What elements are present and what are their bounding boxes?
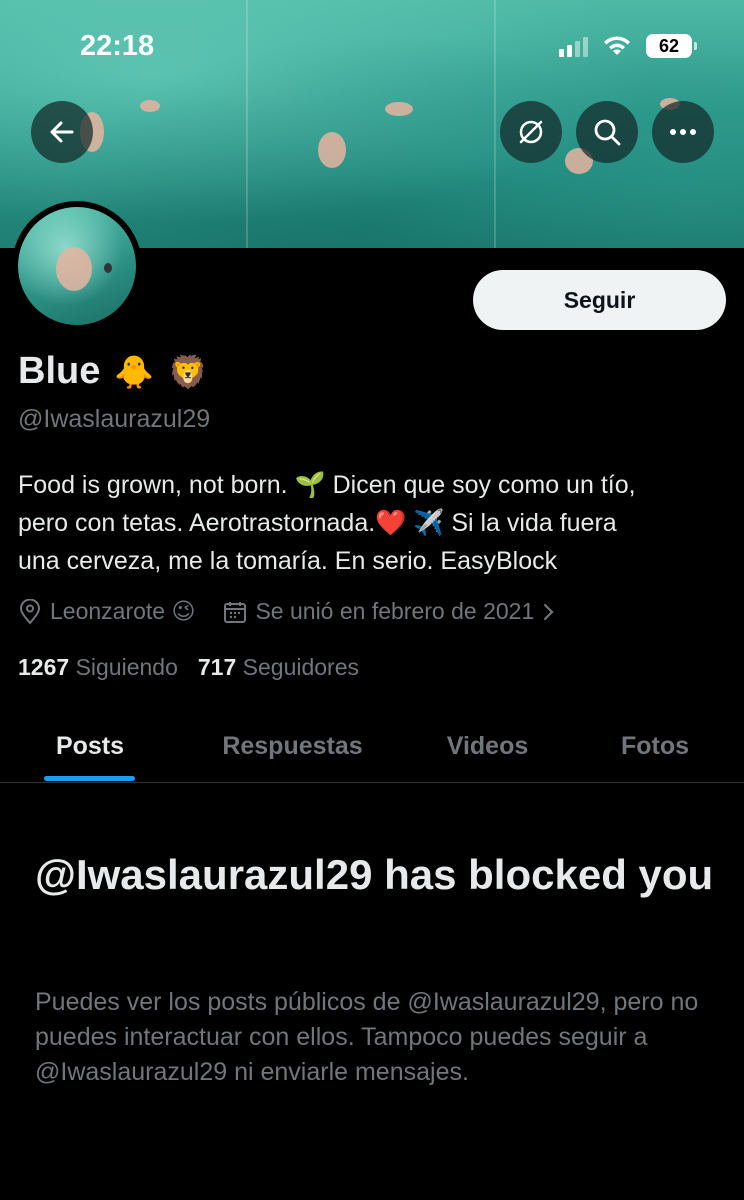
calendar-icon bbox=[224, 601, 247, 623]
banner-swimmer bbox=[385, 102, 413, 116]
wifi-icon bbox=[604, 36, 630, 55]
blocked-description: Puedes ver los posts públicos de @Iwasla… bbox=[35, 988, 699, 1086]
grok-button[interactable] bbox=[500, 101, 562, 163]
following-count: 1267 bbox=[18, 654, 70, 680]
more-options-button[interactable] bbox=[652, 101, 714, 163]
profile-name: Blue 🐥 🦁 bbox=[18, 350, 208, 393]
status-time: 22:18 bbox=[80, 30, 155, 62]
display-name: Blue bbox=[18, 350, 101, 392]
search-button[interactable] bbox=[576, 101, 638, 163]
profile-bio: Food is grown, not born. 🌱 Dicen que soy… bbox=[18, 466, 728, 580]
avatar-frame[interactable] bbox=[12, 201, 142, 331]
join-date[interactable]: Se unió en febrero de 2021 bbox=[223, 598, 556, 625]
following-label: Siguiendo bbox=[75, 654, 178, 680]
follow-stats: 1267 Siguiendo 717 Seguidores bbox=[18, 654, 359, 681]
chick-emoji: 🐥 bbox=[114, 352, 155, 391]
search-icon bbox=[594, 119, 621, 146]
arrow-left-icon bbox=[50, 121, 74, 143]
location-text: Leonzarote 😉 bbox=[50, 598, 196, 624]
tab-fotos[interactable]: Fotos bbox=[580, 710, 730, 782]
tab-posts[interactable]: Posts bbox=[0, 710, 180, 782]
banner-swimmer bbox=[140, 100, 160, 112]
profile-handle: @Iwaslaurazul29 bbox=[18, 405, 211, 433]
profile-tabs: Posts Respuestas Videos Fotos bbox=[0, 710, 744, 783]
followers-link[interactable]: 717 Seguidores bbox=[198, 654, 359, 681]
bio-line: Food is grown, not born. 🌱 Dicen que soy… bbox=[18, 471, 636, 499]
banner-swimmer bbox=[318, 132, 346, 168]
avatar-swimmer bbox=[104, 263, 112, 273]
tab-videos[interactable]: Videos bbox=[405, 710, 570, 782]
status-indicators: 62 bbox=[559, 34, 697, 58]
grok-icon bbox=[519, 120, 543, 144]
tab-respuestas[interactable]: Respuestas bbox=[195, 710, 390, 782]
more-icon bbox=[670, 129, 696, 135]
avatar-swimmer bbox=[56, 247, 92, 291]
lion-emoji: 🦁 bbox=[168, 352, 209, 391]
following-link[interactable]: 1267 Siguiendo bbox=[18, 654, 178, 681]
chevron-right-icon bbox=[544, 603, 554, 620]
bio-line: pero con tetas. Aerotrastornada.❤️ ✈️ Si… bbox=[18, 509, 617, 537]
active-tab-indicator bbox=[44, 776, 135, 781]
blocked-title: @Iwaslaurazul29 has blocked you bbox=[35, 851, 714, 898]
cellular-signal-icon bbox=[559, 35, 588, 57]
follow-button[interactable]: Seguir bbox=[473, 270, 726, 330]
location-pin-icon bbox=[19, 598, 41, 625]
join-date-text: Se unió en febrero de 2021 bbox=[255, 598, 535, 624]
banner-divider bbox=[246, 0, 248, 248]
back-button[interactable] bbox=[31, 101, 93, 163]
followers-count: 717 bbox=[197, 654, 237, 680]
avatar bbox=[18, 207, 136, 325]
battery-indicator: 62 bbox=[646, 34, 697, 58]
bio-line: una cerveza, me la tomaría. En serio. Ea… bbox=[18, 547, 558, 575]
followers-label: Seguidores bbox=[242, 654, 359, 680]
banner-divider bbox=[494, 0, 496, 248]
profile-meta: Leonzarote 😉 Se unió en febrero de 2021 bbox=[18, 598, 556, 625]
location: Leonzarote 😉 bbox=[18, 598, 195, 625]
